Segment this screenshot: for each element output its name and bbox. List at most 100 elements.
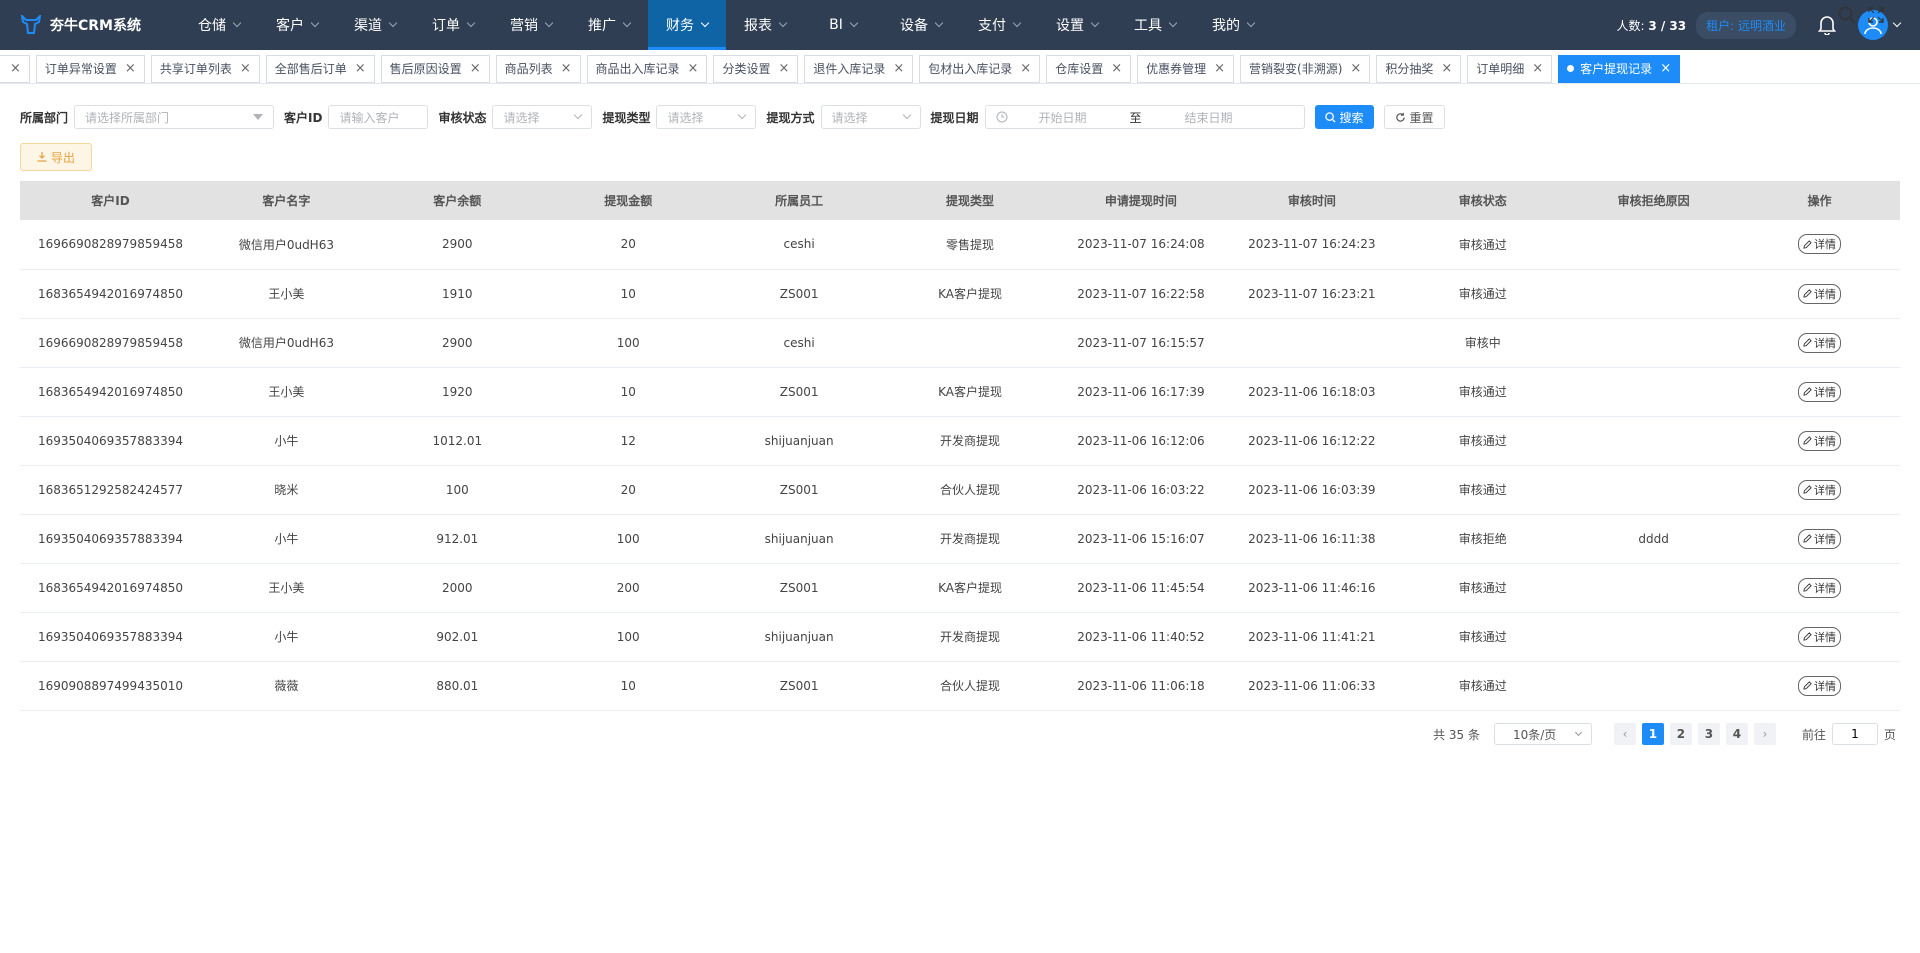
nav-item-2[interactable]: 渠道 — [336, 0, 414, 50]
bell-icon[interactable] — [1818, 15, 1836, 35]
detail-button[interactable]: 详情 — [1798, 577, 1842, 598]
detail-button[interactable]: 详情 — [1798, 528, 1842, 549]
goto-page-input[interactable] — [1831, 723, 1878, 745]
nav-item-11[interactable]: 设置 — [1038, 0, 1116, 50]
nav-item-6[interactable]: 财务 — [648, 0, 726, 50]
app-logo[interactable]: 夯牛CRM系统 — [0, 15, 180, 35]
column-header[interactable]: 提现类型 — [884, 181, 1056, 220]
withdraw-method-placeholder: 请选择 — [831, 110, 868, 125]
tab-7[interactable]: 分类设置 × — [713, 54, 799, 83]
page-number-button[interactable]: 2 — [1669, 723, 1692, 745]
date-range-picker[interactable]: 开始日期 至 结束日期 — [984, 105, 1305, 129]
table-cell: 王小美 — [200, 367, 372, 417]
column-header[interactable]: 客户ID — [20, 181, 201, 220]
tab-10[interactable]: 仓库设置 × — [1046, 54, 1132, 83]
filter-bar: 所属部门 请选择所属部门 客户ID 请输入客户 审核状态 请选择 提现类型 请选… — [20, 105, 1445, 129]
nav-item-1[interactable]: 客户 — [258, 0, 336, 50]
nav-item-3[interactable]: 订单 — [414, 0, 492, 50]
page-size-select[interactable]: 10条/页 — [1493, 723, 1592, 745]
close-icon[interactable]: × — [1111, 61, 1122, 76]
close-icon[interactable]: × — [125, 61, 136, 76]
withdraw-type-select[interactable]: 请选择 — [656, 105, 757, 129]
tenant-badge[interactable]: 租户: 远明酒业 — [1696, 11, 1796, 39]
detail-button[interactable]: 详情 — [1798, 430, 1842, 451]
close-icon[interactable]: × — [470, 61, 481, 76]
tab-5[interactable]: 商品列表 × — [495, 54, 581, 83]
nav-item-0[interactable]: 仓储 — [180, 0, 258, 50]
page-number-button[interactable]: 4 — [1725, 723, 1748, 745]
nav-item-7[interactable]: 报表 — [726, 0, 804, 50]
tab-0[interactable]: × — [0, 54, 30, 83]
page-number-button[interactable]: 1 — [1641, 723, 1664, 745]
tab-6[interactable]: 商品出入库记录 × — [586, 54, 708, 83]
close-icon[interactable]: × — [1214, 61, 1225, 76]
detail-button[interactable]: 详情 — [1798, 381, 1842, 402]
tab-8[interactable]: 退件入库记录 × — [804, 54, 914, 83]
table-cell: 2023-11-07 16:24:23 — [1226, 220, 1398, 270]
detail-button[interactable]: 详情 — [1798, 234, 1842, 255]
nav-item-10[interactable]: 支付 — [960, 0, 1038, 50]
close-icon[interactable]: × — [561, 61, 572, 76]
close-icon[interactable]: × — [1660, 61, 1671, 76]
column-header[interactable]: 提现金额 — [542, 181, 714, 220]
close-icon[interactable]: × — [10, 61, 21, 76]
audit-status-select[interactable]: 请选择 — [492, 105, 593, 129]
tab-9[interactable]: 包材出入库记录 × — [919, 54, 1041, 83]
tab-14[interactable]: 订单明细 × — [1467, 54, 1553, 83]
detail-button[interactable]: 详情 — [1798, 283, 1842, 304]
column-header[interactable]: 所属员工 — [713, 181, 885, 220]
tab-1[interactable]: 订单异常设置 × — [35, 54, 145, 83]
tab-2[interactable]: 共享订单列表 × — [150, 54, 260, 83]
column-header[interactable]: 操作 — [1739, 181, 1900, 220]
nav-item-13[interactable]: 我的 — [1194, 0, 1272, 50]
column-header[interactable]: 审核时间 — [1226, 181, 1398, 220]
search-icon[interactable] — [1838, 6, 1856, 27]
tab-13[interactable]: 积分抽奖 × — [1376, 54, 1462, 83]
table-row: 1696690828979859458 微信用户0udH63 2900 20 ceshi… — [20, 220, 1900, 270]
close-icon[interactable]: × — [1350, 61, 1361, 76]
close-icon[interactable]: × — [778, 61, 789, 76]
column-header[interactable]: 申请提现时间 — [1055, 181, 1227, 220]
headcount-label: 人数: — [1616, 18, 1649, 33]
column-header[interactable]: 客户名字 — [200, 181, 372, 220]
nav-item-9[interactable]: 设备 — [882, 0, 960, 50]
search-button[interactable]: 搜索 — [1314, 105, 1374, 129]
close-icon[interactable]: × — [688, 61, 699, 76]
tab-15[interactable]: 客户提现记录 × — [1558, 54, 1681, 83]
tab-12[interactable]: 营销裂变(非溯源) × — [1240, 54, 1371, 83]
close-icon[interactable]: × — [1020, 61, 1031, 76]
column-header[interactable]: 客户余额 — [371, 181, 543, 220]
detail-button[interactable]: 详情 — [1798, 479, 1842, 500]
nav-item-12[interactable]: 工具 — [1116, 0, 1194, 50]
detail-button-label: 详情 — [1814, 630, 1837, 644]
detail-button[interactable]: 详情 — [1798, 675, 1842, 696]
column-header[interactable]: 审核状态 — [1397, 181, 1569, 220]
tab-4[interactable]: 售后原因设置 × — [380, 54, 490, 83]
close-icon[interactable]: × — [1532, 61, 1543, 76]
nav-item-label: BI — [829, 17, 843, 33]
fullscreen-icon[interactable] — [1868, 7, 1884, 26]
detail-button[interactable]: 详情 — [1798, 332, 1842, 353]
reset-button[interactable]: 重置 — [1383, 105, 1445, 129]
nav-item-4[interactable]: 营销 — [492, 0, 570, 50]
close-icon[interactable]: × — [1441, 61, 1452, 76]
column-header[interactable]: 审核拒绝原因 — [1568, 181, 1740, 220]
withdraw-method-select[interactable]: 请选择 — [820, 105, 921, 129]
prev-page-button[interactable]: ‹ — [1613, 723, 1636, 745]
chevron-down-icon[interactable] — [1892, 18, 1902, 28]
detail-button[interactable]: 详情 — [1798, 626, 1842, 647]
next-page-button[interactable]: › — [1753, 723, 1776, 745]
export-button[interactable]: 导出 — [20, 143, 92, 171]
table-cell: 2023-11-06 15:16:07 — [1055, 514, 1227, 564]
close-icon[interactable]: × — [240, 61, 251, 76]
close-icon[interactable]: × — [893, 61, 904, 76]
page-number-button[interactable]: 3 — [1697, 723, 1720, 745]
dept-select[interactable]: 请选择所属部门 — [74, 105, 275, 129]
nav-item-5[interactable]: 推广 — [570, 0, 648, 50]
close-icon[interactable]: × — [355, 61, 366, 76]
nav-item-8[interactable]: BI — [804, 0, 882, 50]
tab-11[interactable]: 优惠券管理 × — [1137, 54, 1235, 83]
customer-id-input[interactable]: 请输入客户 — [328, 105, 429, 129]
table-cell: 10 — [542, 367, 714, 417]
tab-3[interactable]: 全部售后订单 × — [265, 54, 375, 83]
